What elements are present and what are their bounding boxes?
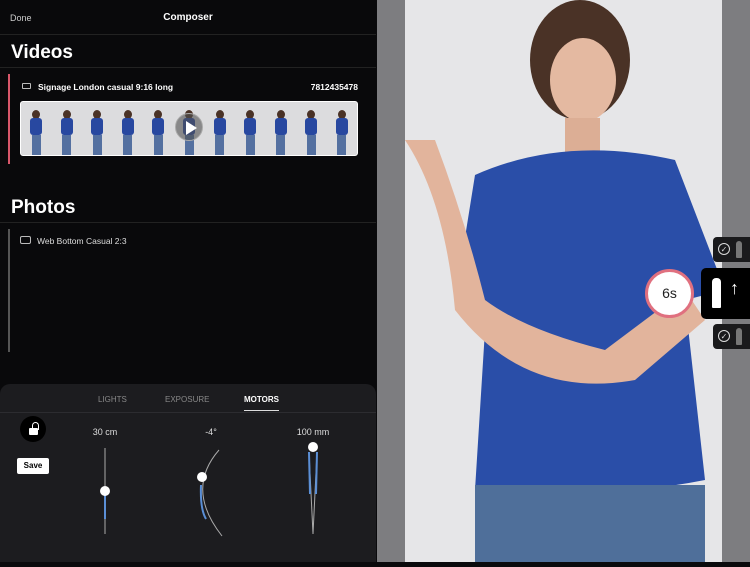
motor-sliders	[100, 442, 318, 537]
control-panel: LIGHTS EXPOSURE MOTORS Save 30 cm -4° 10…	[0, 384, 376, 562]
arrow-up-icon: ↑	[730, 278, 739, 298]
current-angle-button[interactable]: ↑	[701, 268, 750, 319]
video-item[interactable]: Signage London casual 9:16 long 78124354…	[8, 74, 368, 164]
countdown-timer: 6s	[645, 269, 694, 318]
video-thumbnail	[52, 102, 83, 155]
photos-heading: Photos	[0, 190, 376, 223]
camera-preview[interactable]: ✓ ✓	[377, 0, 750, 562]
video-name: Signage London casual 9:16 long	[38, 82, 174, 92]
person-icon	[736, 241, 742, 258]
angle-option-2[interactable]: ✓	[713, 324, 750, 349]
person-icon	[712, 278, 721, 308]
zoom-slider-knob[interactable]	[308, 442, 318, 452]
video-thumbnail	[113, 102, 144, 155]
video-thumbnail	[204, 102, 235, 155]
video-thumbnail	[326, 102, 357, 155]
person-icon	[736, 328, 742, 345]
tilt-slider[interactable]	[197, 449, 223, 537]
video-thumbnail	[82, 102, 113, 155]
video-id: 7812435478	[310, 82, 358, 92]
camera-icon	[20, 236, 31, 244]
zoom-slider[interactable]	[308, 442, 318, 535]
page-title: Composer	[163, 12, 213, 23]
composer-pane: Done Composer Videos Signage London casu…	[0, 0, 376, 562]
video-camera-icon	[22, 83, 31, 89]
video-thumbnail	[235, 102, 266, 155]
checkmark-icon: ✓	[718, 243, 730, 255]
video-thumbnail	[21, 102, 52, 155]
videos-heading: Videos	[0, 35, 376, 68]
play-icon[interactable]	[175, 113, 203, 141]
video-thumbnail	[296, 102, 327, 155]
checkmark-icon: ✓	[718, 330, 730, 342]
video-thumbnail-strip[interactable]	[20, 101, 358, 156]
video-thumbnail	[143, 102, 174, 155]
photo-item-name[interactable]: Web Bottom Casual 2:3	[37, 236, 127, 246]
tilt-slider-knob[interactable]	[197, 472, 207, 482]
photo-item-bar	[8, 229, 10, 352]
angle-option-1[interactable]: ✓	[713, 237, 750, 262]
video-thumbnail	[265, 102, 296, 155]
height-slider-knob[interactable]	[100, 486, 110, 496]
height-slider[interactable]	[100, 448, 110, 534]
top-bar: Done Composer	[0, 0, 376, 35]
